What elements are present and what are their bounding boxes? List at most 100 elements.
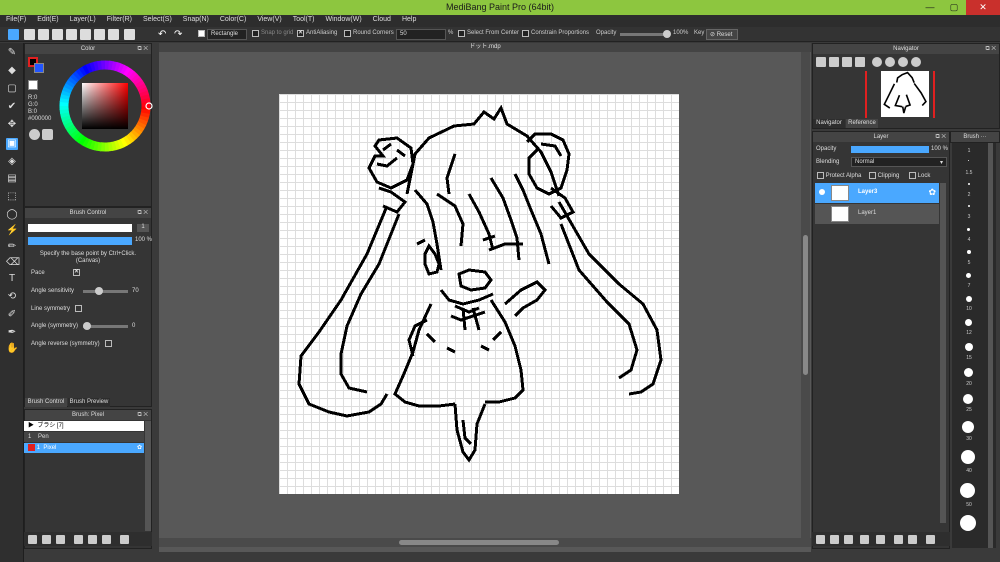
rotate-right-icon[interactable] — [898, 57, 908, 67]
protect-alpha-checkbox[interactable] — [817, 172, 824, 179]
line-symmetry-checkbox[interactable] — [75, 305, 82, 312]
brush-size-label[interactable]: 12 — [962, 330, 976, 336]
brush-size-label[interactable]: 1 — [962, 148, 976, 154]
round-corners-input[interactable]: 50 — [396, 29, 446, 40]
tab-brush-control[interactable]: Brush Control — [25, 398, 67, 407]
brush-settings-icon[interactable] — [56, 535, 65, 544]
constrain-proportions-checkbox[interactable] — [522, 30, 529, 37]
operation-tool-icon[interactable]: ✐ — [6, 309, 18, 321]
menu-snap[interactable]: Snap(N) — [177, 15, 214, 23]
select-eraser-icon[interactable]: ⌫ — [6, 257, 20, 269]
gradient-tool-icon[interactable]: ▤ — [6, 173, 18, 185]
brush-size-dot[interactable] — [966, 296, 972, 302]
layer-property-icon[interactable] — [908, 535, 917, 544]
brush-size-dot[interactable] — [964, 368, 973, 377]
brush-size-label[interactable]: 7 — [962, 283, 976, 289]
eye-icon[interactable] — [819, 189, 825, 195]
brush-size-bar[interactable] — [28, 224, 132, 232]
panel-menu-icon[interactable]: ⧉ ✕ — [935, 132, 946, 142]
angle-reverse-checkbox[interactable] — [105, 340, 112, 347]
document-tab[interactable]: ドット.mdp — [159, 43, 811, 52]
brush-settings-icon[interactable]: ✿ — [137, 443, 144, 453]
zoom-in-icon[interactable] — [816, 57, 826, 67]
menu-window[interactable]: Window(W) — [319, 15, 366, 23]
home-icon[interactable] — [8, 29, 19, 40]
panel-menu-icon[interactable]: ⧉ ✕ — [137, 208, 148, 218]
duplicate-layer-icon[interactable] — [876, 535, 885, 544]
panel-menu-icon[interactable]: ⧉ ✕ — [137, 410, 148, 420]
new-file-icon[interactable] — [24, 29, 35, 40]
brush-size-label[interactable]: 30 — [962, 436, 976, 442]
select-from-center-checkbox[interactable] — [458, 30, 465, 37]
select-pen-icon[interactable]: ✏ — [6, 241, 18, 253]
brush-size-dot[interactable] — [962, 421, 974, 433]
brush-tool-icon[interactable]: ✎ — [6, 47, 18, 59]
brush-size-dot[interactable] — [960, 483, 975, 498]
angle-sensitivity-thumb[interactable] — [95, 287, 103, 295]
selection-rect-icon[interactable]: ⬚ — [6, 191, 18, 203]
menu-cloud[interactable]: Cloud — [367, 15, 396, 23]
cloud-brush-icon[interactable] — [28, 535, 37, 544]
reset-button[interactable]: ⊘ Reset — [706, 29, 738, 40]
hand-tool-icon[interactable]: ✋ — [6, 343, 18, 355]
eraser-tool-icon[interactable]: ◆ — [6, 65, 18, 77]
brush-size-label[interactable]: 10 — [962, 306, 976, 312]
tab-navigator[interactable]: Navigator — [813, 119, 845, 128]
layout-icon[interactable] — [124, 29, 135, 40]
brush-size-label[interactable]: 3 — [962, 214, 976, 220]
add-brush-icon[interactable] — [42, 535, 51, 544]
menu-edit[interactable]: Edit(E) — [31, 15, 63, 23]
minimize-button[interactable]: — — [918, 0, 942, 15]
clipping-checkbox[interactable] — [869, 172, 876, 179]
blending-select[interactable]: Normal ▾ — [851, 157, 947, 167]
pace-checkbox[interactable] — [73, 268, 80, 276]
brush-size-label[interactable]: 25 — [962, 407, 976, 413]
menu-view[interactable]: View(V) — [251, 15, 286, 23]
color-wheel[interactable] — [57, 58, 153, 154]
menu-filter[interactable]: Filter(R) — [101, 15, 137, 23]
brush-size-dot[interactable] — [961, 450, 975, 464]
brush-size-dot[interactable] — [968, 183, 970, 185]
canvas-vertical-scrollbar[interactable] — [801, 52, 810, 538]
brush-group-row[interactable]: ▶ ブラシ [7] — [24, 421, 144, 431]
actual-size-icon[interactable] — [855, 57, 865, 67]
brush-size-dot[interactable] — [967, 250, 971, 254]
tab-brush-preview[interactable]: Brush Preview — [68, 398, 110, 407]
menu-file[interactable]: File(F) — [0, 15, 31, 23]
brush-size-label[interactable]: 40 — [962, 468, 976, 474]
brush-size-value[interactable]: 1 — [137, 224, 149, 232]
brush-size-scrollbar[interactable] — [988, 143, 993, 548]
snap-to-grid-checkbox[interactable] — [252, 30, 259, 37]
delete-layer-icon[interactable] — [926, 535, 935, 544]
angle-sensitivity-slider[interactable] — [83, 290, 128, 293]
background-color-swatch[interactable] — [34, 63, 44, 73]
brush-size-dot[interactable] — [968, 160, 969, 161]
menu-help[interactable]: Help — [396, 15, 421, 23]
tile-icon[interactable] — [94, 29, 105, 40]
antialiasing-checkbox[interactable] — [297, 29, 304, 37]
angle-symmetry-thumb[interactable] — [83, 322, 91, 330]
close-button[interactable]: ✕ — [966, 0, 1000, 15]
select-tool-icon[interactable]: ✔ — [6, 101, 18, 113]
brush-size-dot[interactable] — [968, 205, 970, 207]
delete-brush-icon[interactable] — [120, 535, 129, 544]
rotate-left-icon[interactable] — [872, 57, 882, 67]
layer-row-selected[interactable]: Layer3 ✿ — [815, 183, 939, 203]
brush-size-dot[interactable] — [965, 319, 972, 326]
panel-menu-icon[interactable]: ⧉ ✕ — [985, 44, 996, 54]
menu-tool[interactable]: Tool(T) — [287, 15, 320, 23]
add-folder-icon[interactable] — [860, 535, 869, 544]
color-history-icon[interactable] — [42, 129, 53, 140]
eyedropper-icon[interactable]: ✒ — [6, 327, 18, 339]
save-icon[interactable] — [52, 29, 63, 40]
brush-size-label[interactable]: 20 — [962, 381, 976, 387]
brush-size-dot[interactable] — [967, 228, 970, 231]
shape-select[interactable]: Rectangle — [207, 29, 247, 40]
transparent-swatch[interactable] — [28, 80, 38, 90]
brush-size-label[interactable]: 50 — [962, 502, 976, 508]
brush-opacity-bar[interactable] — [28, 237, 132, 245]
lock-checkbox[interactable] — [909, 172, 916, 179]
brush-size-label[interactable]: 5 — [962, 260, 976, 266]
brush-size-dot[interactable] — [965, 343, 973, 351]
canvas-paper[interactable] — [279, 94, 679, 494]
